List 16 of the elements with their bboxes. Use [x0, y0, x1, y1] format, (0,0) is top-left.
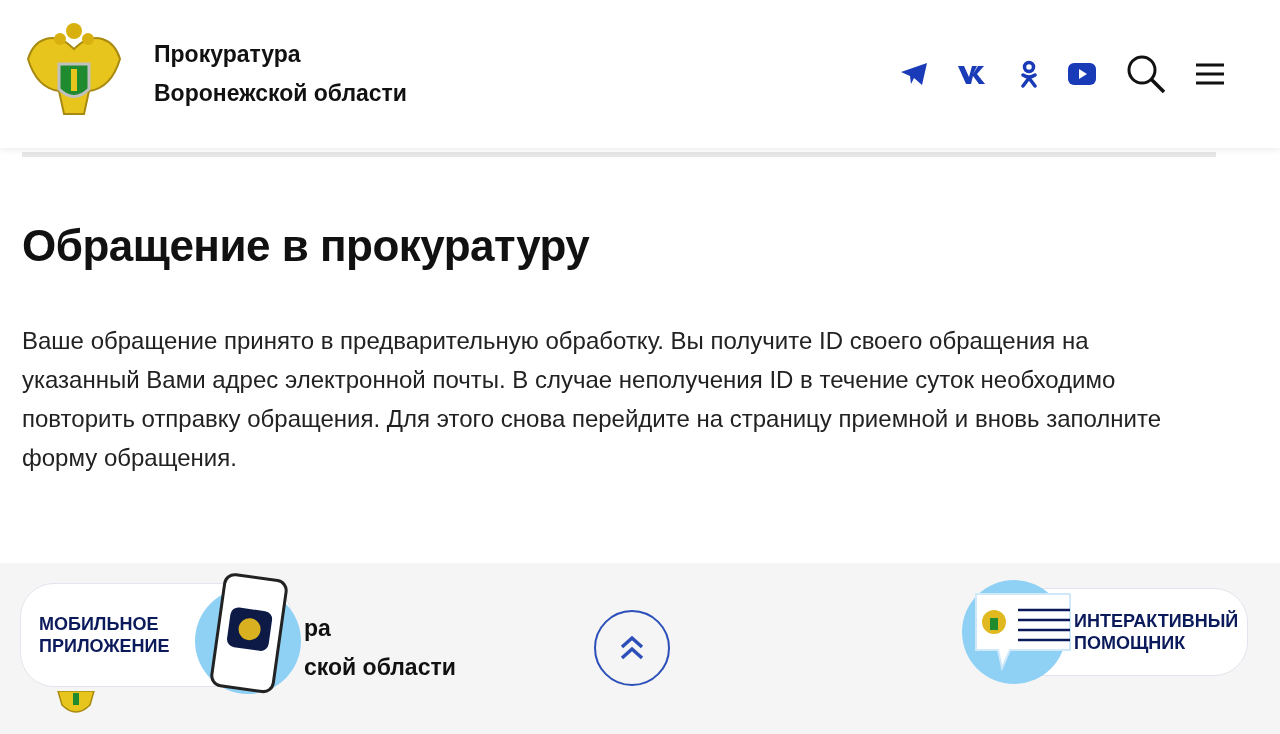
footer-org-name: ской области [304, 654, 456, 681]
confirmation-message: Ваше обращение принято в предварительную обработку. Вы получите ID своего обращения на указанный Вами адрес электронной почты. В случае неполучения ID в течение суток необходимо повторить отправку обращения. Для этого снова перейдите на страницу приемной и вновь заполните форму обращения. [22, 326, 1163, 473]
mobile-app-button[interactable]: МОБИЛЬНОЕ ПРИЛОЖЕНИЕ [20, 573, 302, 697]
page-title: Обращение в прокуратуру [22, 221, 591, 271]
assistant-button[interactable]: ИНТЕРАКТИВНЫЙ ПОМОЩНИК [962, 578, 1248, 686]
telegram-icon[interactable] [900, 62, 928, 86]
org-name: Воронежской области [154, 80, 407, 107]
odnoklassniki-icon[interactable] [1020, 60, 1038, 88]
emblem-icon [56, 691, 96, 715]
footer-org-name: ра [304, 615, 331, 642]
youtube-icon[interactable] [1068, 63, 1096, 85]
org-name: Прокуратура [154, 41, 302, 68]
scroll-top-button[interactable] [594, 610, 670, 686]
double-chevron-up-icon [619, 635, 645, 661]
search-icon[interactable] [1126, 54, 1166, 94]
menu-icon[interactable] [1196, 62, 1224, 86]
